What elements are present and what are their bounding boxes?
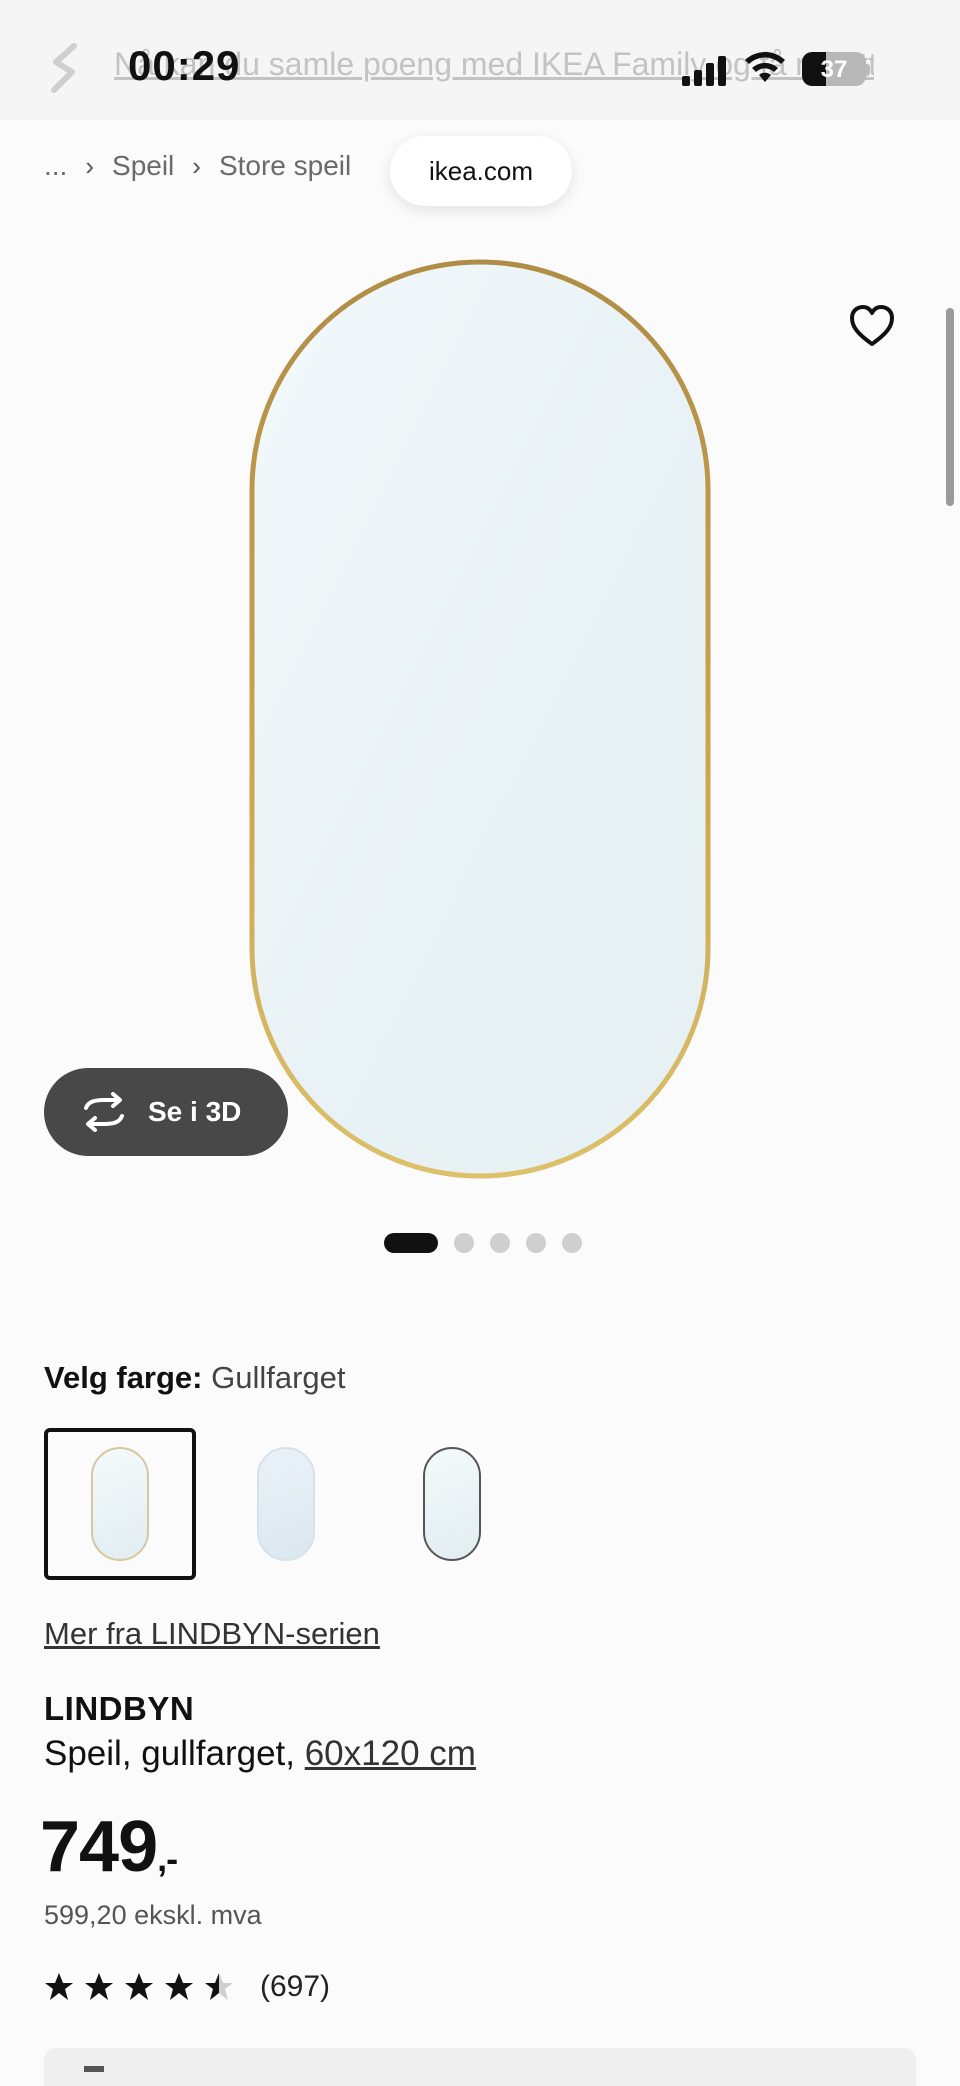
swatch-black[interactable] <box>376 1428 528 1580</box>
cellular-signal-icon <box>682 56 726 86</box>
star-icon <box>45 1973 73 2000</box>
product-size-link[interactable]: 60x120 cm <box>305 1734 476 1773</box>
swatch-gold[interactable] <box>44 1428 196 1580</box>
chevron-right-icon: › <box>192 150 201 181</box>
status-time: 00:29 <box>128 42 241 89</box>
card-icon <box>84 2066 104 2072</box>
product-description-text: Speil, gullfarget, <box>44 1734 305 1773</box>
star-icon <box>205 1973 233 2000</box>
family-icon <box>51 43 77 93</box>
color-select-heading: Velg farge: Gullfarget <box>44 1360 346 1396</box>
swatch-no-frame[interactable] <box>210 1428 362 1580</box>
info-card[interactable] <box>44 2048 916 2086</box>
series-link[interactable]: Mer fra LINDBYN-serien <box>44 1616 380 1652</box>
color-select-label: Velg farge: <box>44 1360 203 1395</box>
view-3d-button[interactable]: Se i 3D <box>44 1068 288 1156</box>
product-price: 749,- <box>40 1806 178 1888</box>
swatch-no-frame-thumb <box>257 1447 315 1561</box>
price-ex-vat: 599,20 ekskl. mva <box>44 1900 262 1930</box>
breadcrumb-ellipsis[interactable]: ... <box>44 150 67 182</box>
carousel-dot[interactable] <box>384 1233 438 1253</box>
carousel-dot[interactable] <box>490 1233 510 1253</box>
mirror-illustration <box>249 259 711 1179</box>
color-swatches <box>44 1428 528 1580</box>
swatch-gold-thumb <box>91 1447 149 1561</box>
wifi-icon <box>745 52 785 82</box>
product-description: Speil, gullfarget, 60x120 cm <box>44 1734 476 1774</box>
product-rating[interactable]: (697) <box>44 1970 330 2004</box>
battery-tip <box>866 64 870 76</box>
star-icon <box>125 1973 153 2000</box>
carousel-dot[interactable] <box>454 1233 474 1253</box>
heart-icon[interactable] <box>848 302 896 350</box>
star-icon <box>165 1973 193 2000</box>
breadcrumb-item-speil[interactable]: Speil <box>112 150 174 182</box>
battery-level: 37 <box>820 56 848 83</box>
rotate-3d-icon <box>84 1092 124 1132</box>
carousel-pagination <box>384 1233 582 1253</box>
swatch-black-thumb <box>423 1447 481 1561</box>
color-select-value: Gullfarget <box>211 1360 346 1395</box>
carousel-dot[interactable] <box>526 1233 546 1253</box>
product-brand: LINDBYN <box>44 1690 195 1727</box>
battery-indicator: 37 <box>802 52 866 86</box>
breadcrumb: ... › Speil › Store speil <box>44 150 351 182</box>
price-value: 749 <box>40 1807 158 1887</box>
status-bar: Nå kan du samle poeng med IKEA Family og… <box>0 0 960 120</box>
scrollbar[interactable] <box>946 308 954 506</box>
star-icon <box>85 1973 113 2000</box>
product-image[interactable] <box>248 258 712 1180</box>
carousel-dot[interactable] <box>562 1233 582 1253</box>
rating-count: (697) <box>260 1970 331 2003</box>
url-pill[interactable]: ikea.com <box>390 136 572 206</box>
view-3d-label: Se i 3D <box>148 1096 242 1127</box>
price-suffix: ,- <box>157 1838 178 1879</box>
chevron-right-icon: › <box>85 150 95 181</box>
breadcrumb-item-store-speil[interactable]: Store speil <box>219 150 351 182</box>
